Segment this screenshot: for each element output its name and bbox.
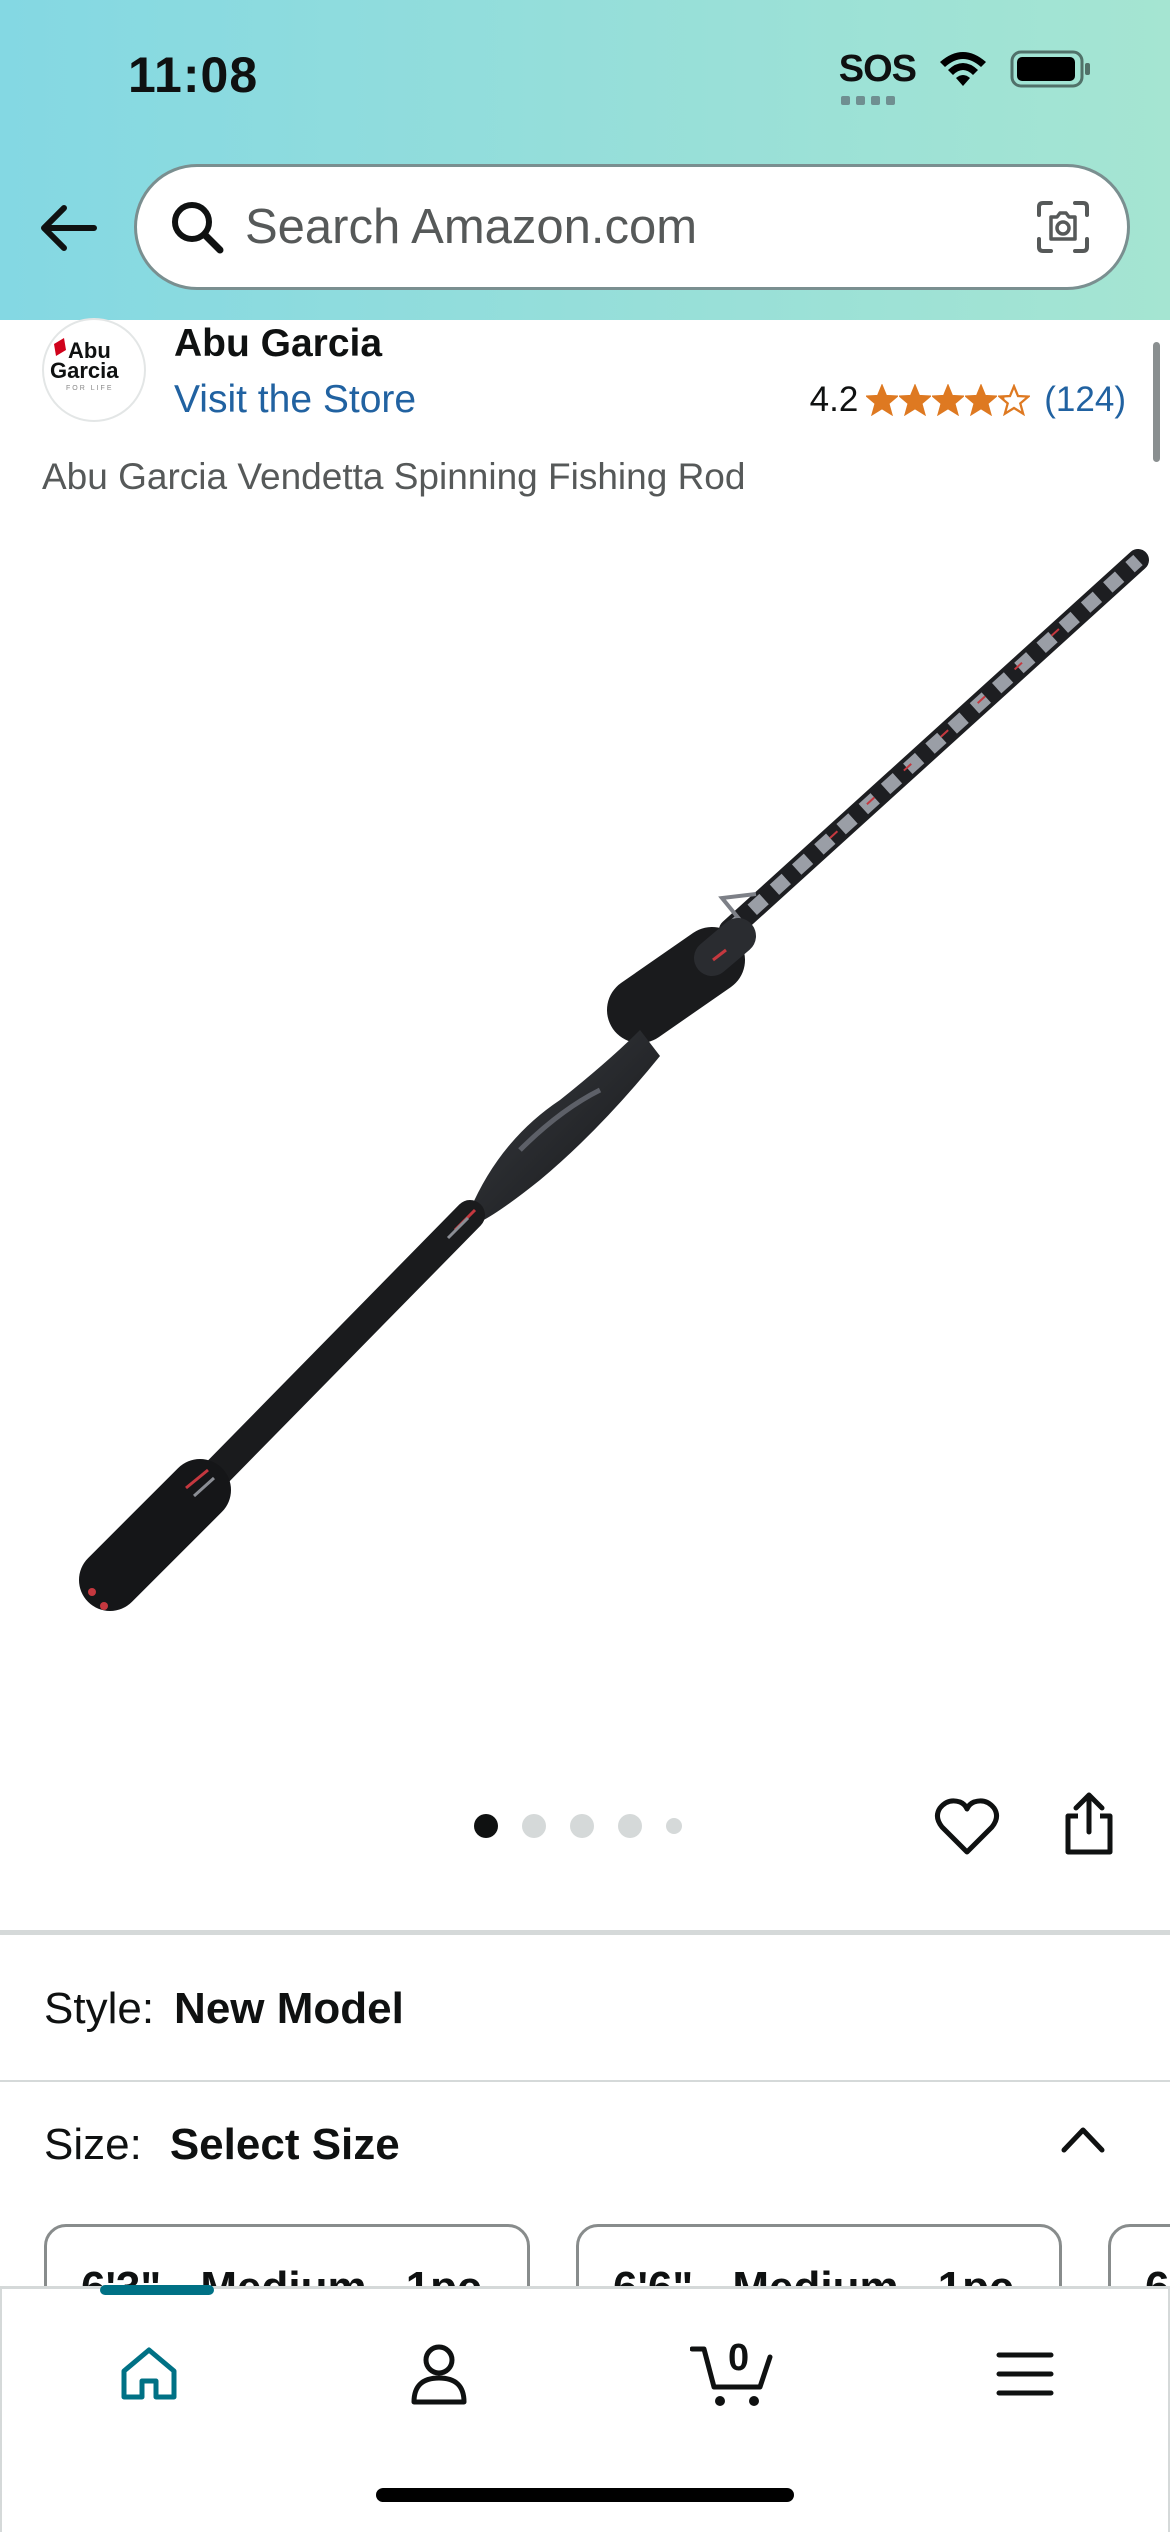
- size-options: 6'3" - Medium - 1pc 6'6" - Medium - 1pc …: [44, 2224, 1170, 2286]
- battery-icon: [1010, 50, 1090, 88]
- nav-menu[interactable]: [980, 2329, 1070, 2419]
- home-indicator: [376, 2488, 794, 2502]
- search-icon: [165, 195, 229, 259]
- home-icon: [121, 2347, 177, 2400]
- style-value: New Model: [174, 1984, 404, 2033]
- star-full-icon: [932, 384, 965, 416]
- style-label: Style:: [44, 1984, 155, 2033]
- fishing-rod-image: [79, 549, 1149, 1611]
- back-arrow-icon: [41, 205, 97, 251]
- active-tab-indicator: [100, 2285, 214, 2295]
- sos-dots: [840, 96, 895, 105]
- review-count-link[interactable]: (124): [1044, 380, 1126, 420]
- share-button[interactable]: [1062, 1792, 1124, 1862]
- brand-name: Abu Garcia: [174, 322, 383, 365]
- collapse-size-button[interactable]: [1058, 2120, 1108, 2160]
- camera-search-icon[interactable]: [1033, 197, 1093, 257]
- section-divider: [0, 1930, 1170, 1935]
- star-full-icon: [965, 384, 998, 416]
- page: 11:08 SOS Search Amazon.com Abu Garcia F…: [0, 0, 1170, 2532]
- size-value: Select Size: [169, 2120, 400, 2169]
- status-time: 11:08: [128, 47, 259, 103]
- pagination-dot[interactable]: [618, 1814, 642, 1838]
- svg-text:FOR LIFE: FOR LIFE: [66, 385, 114, 392]
- chevron-up-icon: [1061, 2127, 1105, 2153]
- nav-account[interactable]: [394, 2329, 484, 2419]
- search-bar[interactable]: Search Amazon.com: [134, 164, 1130, 290]
- star-partial-icon: [998, 384, 1031, 416]
- style-selector[interactable]: Style: New Model: [44, 1984, 404, 2034]
- menu-icon: [996, 2352, 1054, 2396]
- svg-text:Garcia: Garcia: [50, 358, 119, 383]
- status-icons: SOS: [838, 48, 1092, 105]
- row-divider: [0, 2080, 1170, 2082]
- pagination-dot[interactable]: [474, 1814, 498, 1838]
- rating-summary[interactable]: 4.2 (124): [810, 380, 1126, 420]
- app-header: 11:08 SOS Search Amazon.com: [0, 0, 1170, 320]
- star-full-icon: [866, 384, 899, 416]
- cart-count: 0: [728, 2337, 750, 2379]
- pagination-dot[interactable]: [570, 1814, 594, 1838]
- size-selector[interactable]: Size: Select Size: [44, 2120, 400, 2170]
- sos-label: SOS: [838, 48, 917, 90]
- star-full-icon: [899, 384, 932, 416]
- visit-store-link[interactable]: Visit the Store: [174, 378, 416, 422]
- star-rating: [866, 384, 1031, 416]
- scroll-indicator: [1153, 342, 1160, 462]
- nav-cart[interactable]: 0: [688, 2329, 778, 2419]
- size-option[interactable]: 6'6" - Medium - 1pc: [576, 2224, 1062, 2286]
- size-option[interactable]: 6'3" - Medium - 1pc: [44, 2224, 530, 2286]
- product-image[interactable]: [0, 530, 1170, 1780]
- image-pagination: [474, 1814, 682, 1838]
- back-button[interactable]: [36, 196, 100, 260]
- sos-indicator: SOS: [838, 48, 917, 105]
- account-icon: [411, 2344, 467, 2405]
- brand-logo[interactable]: Abu Garcia FOR LIFE: [42, 318, 146, 422]
- abu-garcia-logo: Abu Garcia FOR LIFE: [50, 338, 119, 392]
- wifi-icon: [940, 52, 986, 86]
- wishlist-button[interactable]: [934, 1796, 1000, 1866]
- heart-icon: [934, 1798, 1000, 1855]
- pagination-dot[interactable]: [522, 1814, 546, 1838]
- nav-home[interactable]: [104, 2329, 194, 2419]
- pagination-dot[interactable]: [666, 1818, 682, 1834]
- size-label: Size:: [44, 2120, 142, 2169]
- size-option[interactable]: 6: [1108, 2224, 1170, 2286]
- search-input[interactable]: Search Amazon.com: [245, 199, 1033, 255]
- rating-value: 4.2: [809, 380, 859, 419]
- share-icon: [1065, 1792, 1113, 1855]
- product-title: Abu Garcia Vendetta Spinning Fishing Rod: [42, 456, 746, 497]
